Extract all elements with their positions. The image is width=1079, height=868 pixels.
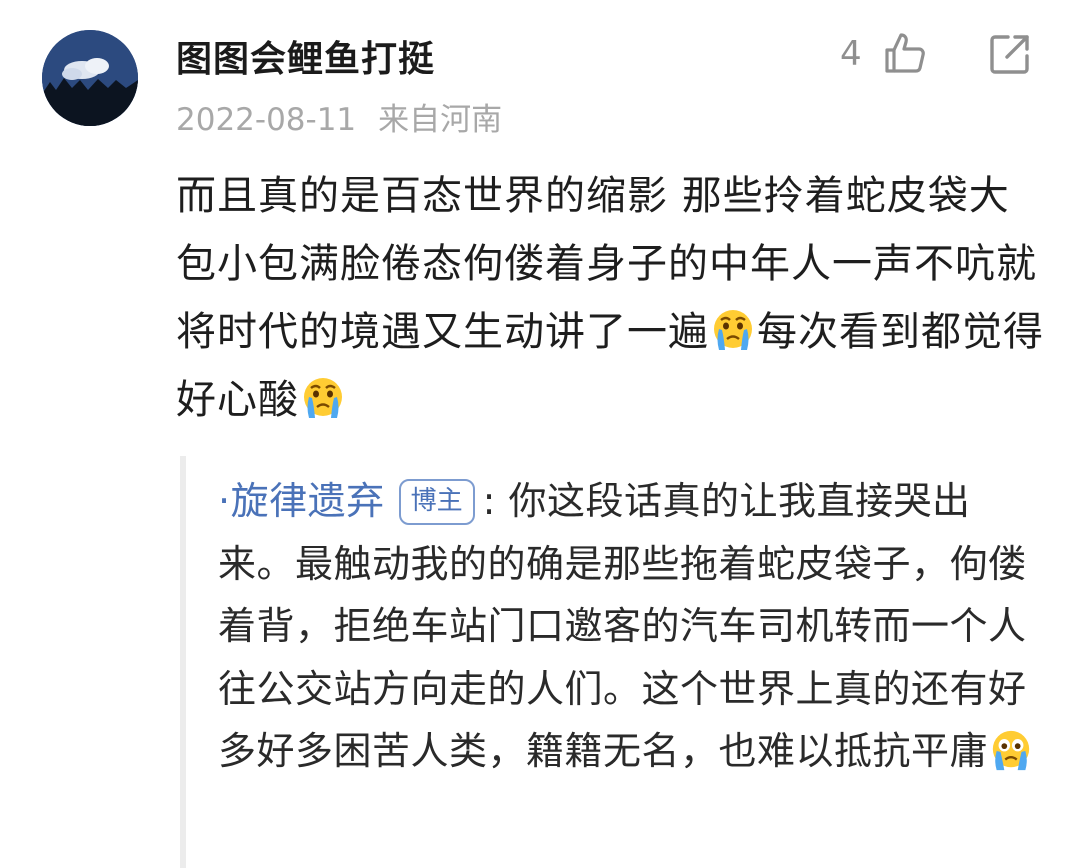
crying-face-emoji (989, 728, 1033, 772)
like-button[interactable] (882, 30, 928, 76)
reply-separator: : (482, 479, 496, 523)
comment-meta: 2022-08-11 来自河南 (176, 94, 502, 139)
reply-block[interactable]: ·旋律遗弃 博主: 你这段话真的让我直接哭出来。最触动我的的确是那些拖着蛇皮袋子，… (180, 456, 1056, 868)
comment-text: 而且真的是百态世界的缩影 那些拎着蛇皮袋大包小包满脸倦态佝偻着身子的中年人一声不… (176, 162, 1046, 434)
like-count: 4 (840, 34, 862, 74)
share-external-icon (990, 35, 1029, 74)
crying-face-emoji (710, 307, 756, 353)
comment-date: 2022-08-11 (176, 102, 357, 138)
username[interactable]: 图图会鲤鱼打挺 (176, 30, 435, 82)
user-avatar[interactable] (42, 30, 138, 126)
share-button[interactable] (987, 31, 1033, 77)
reply-body: 你这段话真的让我直接哭出来。最触动我的的确是那些拖着蛇皮袋子，佝偻着背，拒绝车站… (218, 479, 1027, 773)
crying-face-emoji (300, 375, 346, 421)
comment-location: 来自河南 (378, 102, 503, 138)
thumbs-up-icon (885, 33, 925, 73)
reply-author[interactable]: ·旋律遗弃 (218, 479, 385, 523)
author-badge: 博主 (398, 479, 475, 525)
reply-text: ·旋律遗弃 博主: 你这段话真的让我直接哭出来。最触动我的的确是那些拖着蛇皮袋子，… (218, 470, 1038, 783)
